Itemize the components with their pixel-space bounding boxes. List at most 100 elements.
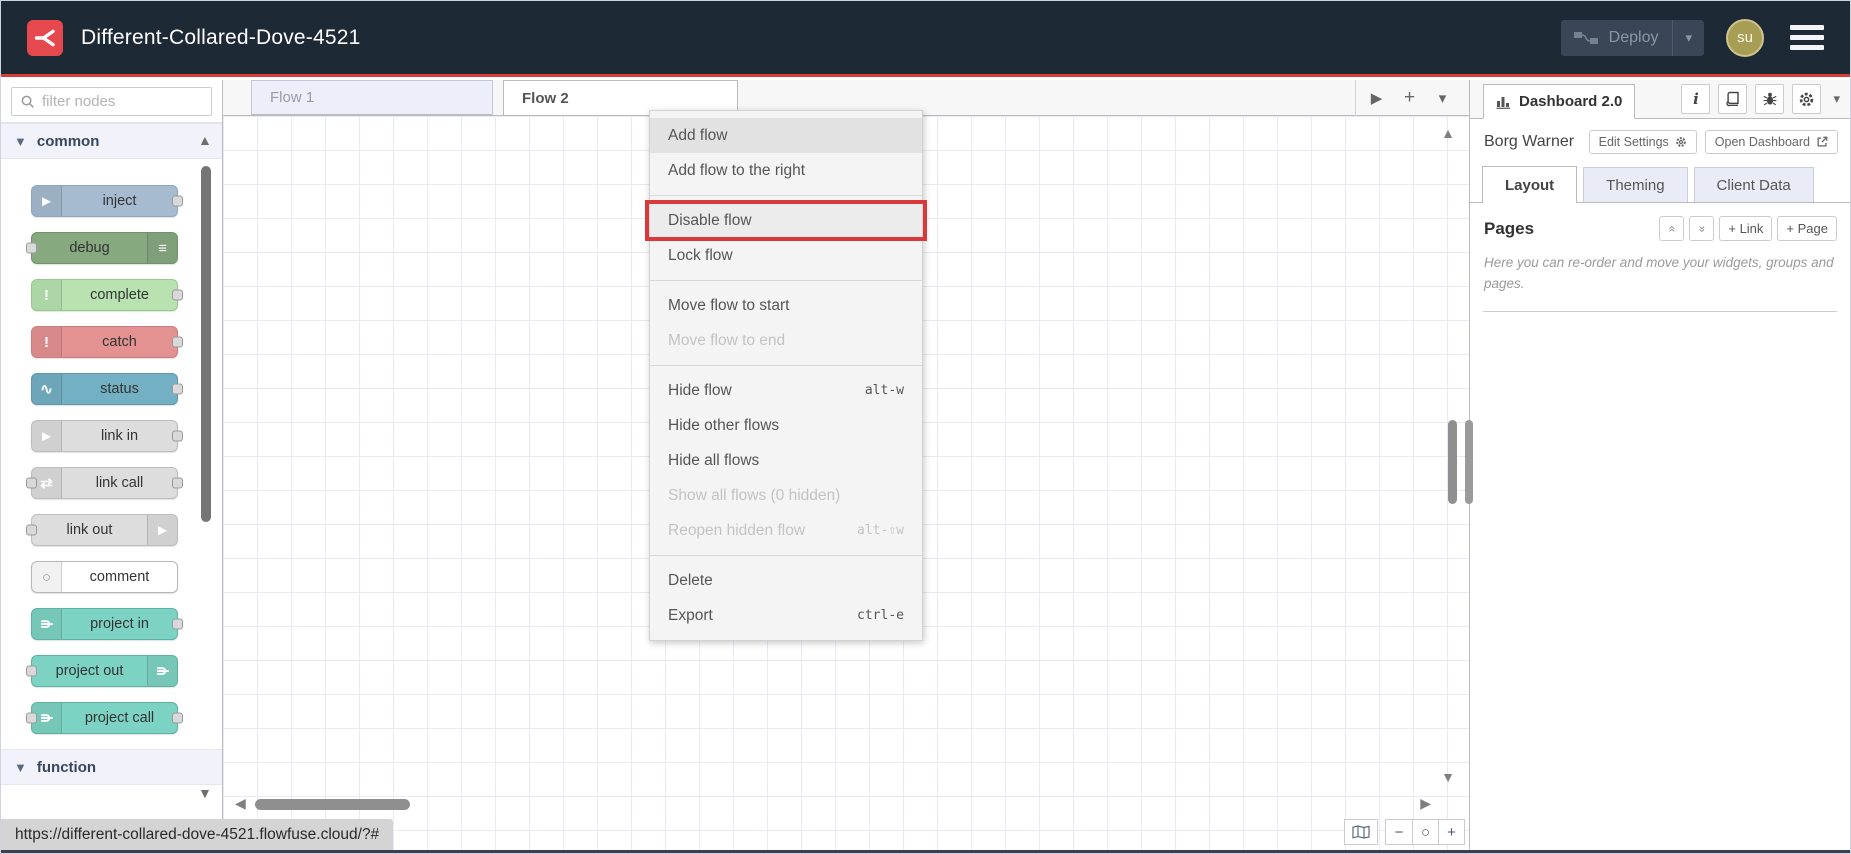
- palette-node-status[interactable]: ∿ status: [31, 373, 183, 405]
- input-port[interactable]: [26, 665, 37, 677]
- palette-node-catch[interactable]: ! catch: [31, 326, 183, 358]
- zoom-reset-button[interactable]: ○: [1412, 820, 1438, 844]
- canvas-scroll-up-arrow[interactable]: ▲: [1441, 126, 1455, 140]
- edit-settings-button[interactable]: Edit Settings: [1588, 130, 1697, 154]
- palette-node-inject[interactable]: ► inject: [31, 185, 183, 217]
- divider: [1483, 310, 1837, 312]
- menu-item-delete[interactable]: Delete: [650, 563, 922, 598]
- tab-client-data[interactable]: Client Data: [1693, 167, 1814, 202]
- output-port[interactable]: [172, 477, 183, 489]
- search-icon: [20, 94, 35, 109]
- input-port[interactable]: [26, 477, 37, 489]
- add-page-button[interactable]: + Page: [1777, 216, 1837, 241]
- node-red-editor-window: Different-Collared-Dove-4521 Deploy ▾ su: [0, 0, 1851, 854]
- output-port[interactable]: [172, 430, 183, 442]
- canvas-horizontal-scrollbar-thumb[interactable]: [255, 799, 410, 810]
- menu-item-lock-flow[interactable]: Lock flow: [650, 238, 922, 273]
- menu-item-hide-flow[interactable]: Hide flow alt-w: [650, 373, 922, 408]
- output-port[interactable]: [172, 289, 183, 301]
- palette-node-link-in[interactable]: ► link in: [31, 420, 183, 452]
- right-sidebar: Dashboard 2.0 i ▾ Borg Warner Edit Setti…: [1465, 80, 1850, 850]
- collapse-all-button[interactable]: «: [1659, 216, 1685, 241]
- user-avatar[interactable]: su: [1726, 18, 1764, 57]
- window-bottom-edge: [1, 850, 1850, 853]
- add-link-button[interactable]: + Link: [1719, 216, 1773, 241]
- tab-flow-1[interactable]: Flow 1: [251, 80, 493, 115]
- sidebar-tab-dashboard[interactable]: Dashboard 2.0: [1483, 84, 1636, 119]
- tab-layout[interactable]: Layout: [1482, 166, 1578, 203]
- menu-item-export[interactable]: Export ctrl-e: [650, 598, 922, 633]
- main-menu-button[interactable]: [1786, 21, 1828, 54]
- menu-item-add-flow[interactable]: Add flow: [650, 118, 922, 153]
- deploy-label: Deploy: [1608, 28, 1659, 46]
- output-port[interactable]: [172, 712, 183, 724]
- output-port[interactable]: [172, 336, 183, 348]
- complete-icon: !: [32, 280, 62, 310]
- external-link-icon: [1816, 136, 1828, 148]
- palette-node-project-call[interactable]: ⋔ project call: [26, 702, 183, 734]
- menu-item-add-flow-right[interactable]: Add flow to the right: [650, 153, 922, 188]
- output-port[interactable]: [172, 383, 183, 395]
- canvas-scroll-down-arrow[interactable]: ▼: [1441, 770, 1455, 784]
- menu-item-show-all-flows: Show all flows (0 hidden): [668, 486, 841, 504]
- open-dashboard-button[interactable]: Open Dashboard: [1704, 130, 1838, 154]
- palette-node-link-out[interactable]: link out ►: [26, 514, 178, 546]
- menu-divider: [650, 555, 922, 556]
- sidebar-collapse-caret[interactable]: ▾: [1833, 91, 1840, 107]
- input-port[interactable]: [26, 524, 37, 536]
- palette-node-project-out[interactable]: project out ⋔: [26, 655, 178, 687]
- input-port[interactable]: [26, 242, 37, 254]
- palette-scroll-up-arrow[interactable]: ▲: [198, 133, 212, 147]
- deploy-button[interactable]: Deploy ▾: [1560, 19, 1704, 56]
- sidebar-resize-handle[interactable]: [1465, 420, 1473, 504]
- palette-node-link-call[interactable]: ⇄ link call: [26, 467, 183, 499]
- flow-context-menu: Add flow Add flow to the right Disable f…: [645, 110, 927, 641]
- info-tab-button[interactable]: i: [1681, 84, 1711, 114]
- menu-item-move-flow-start[interactable]: Move flow to start: [650, 288, 922, 323]
- canvas-vertical-scrollbar-thumb[interactable]: [1448, 420, 1457, 504]
- add-flow-button[interactable]: +: [1393, 83, 1426, 113]
- dashboard-instance-name: Borg Warner: [1484, 133, 1575, 150]
- palette-section-function[interactable]: ▼ function: [1, 749, 222, 785]
- menu-item-disable-flow[interactable]: Disable flow: [645, 200, 927, 241]
- link-out-icon: ►: [147, 515, 177, 545]
- zoom-in-button[interactable]: +: [1438, 820, 1464, 844]
- pages-title: Pages: [1484, 218, 1535, 238]
- filter-nodes-input[interactable]: [42, 92, 203, 110]
- tab-scroll-right-button[interactable]: ▶: [1360, 83, 1393, 113]
- pages-header-row: Pages « » + Link + Page: [1470, 203, 1850, 241]
- header-actions: Deploy ▾ su: [1560, 18, 1828, 57]
- zoom-out-button[interactable]: −: [1386, 820, 1412, 844]
- palette-section-common[interactable]: ▼ common: [1, 123, 222, 159]
- menu-item-hide-other-flows[interactable]: Hide other flows: [650, 408, 922, 443]
- canvas-scroll-right-arrow[interactable]: ▶: [1420, 796, 1431, 810]
- instance-title: Different-Collared-Dove-4521: [81, 25, 361, 49]
- deploy-options-caret[interactable]: ▾: [1672, 19, 1704, 56]
- chevron-down-icon: ▼: [14, 759, 27, 775]
- output-port[interactable]: [172, 195, 183, 207]
- gear-icon: [1675, 136, 1687, 148]
- inject-icon: ►: [32, 186, 62, 216]
- palette-node-debug[interactable]: debug ≡: [26, 232, 178, 264]
- palette-node-complete[interactable]: ! complete: [31, 279, 183, 311]
- palette-node-comment[interactable]: ○ comment: [31, 561, 178, 593]
- navigator-map-button[interactable]: [1344, 819, 1378, 845]
- debug-tab-button[interactable]: [1755, 84, 1785, 114]
- input-port[interactable]: [26, 712, 37, 724]
- palette-scrollbar-thumb[interactable]: [201, 166, 211, 522]
- canvas-scroll-left-arrow[interactable]: ◀: [235, 796, 246, 810]
- palette-node-project-in[interactable]: ⋔ project in: [31, 608, 183, 640]
- flow-list-caret-button[interactable]: ▾: [1426, 83, 1459, 113]
- menu-item-hide-all-flows[interactable]: Hide all flows: [650, 443, 922, 478]
- tab-theming[interactable]: Theming: [1583, 167, 1688, 202]
- help-tab-button[interactable]: [1718, 84, 1748, 114]
- shortcut-label: ctrl-e: [857, 608, 904, 623]
- filter-nodes-box[interactable]: [11, 86, 212, 116]
- map-icon: [1352, 825, 1370, 839]
- output-port[interactable]: [172, 618, 183, 630]
- config-nodes-tab-button[interactable]: [1792, 84, 1822, 114]
- menu-item-reopen-hidden-flow: Reopen hidden flow alt-⇧w: [668, 521, 904, 539]
- palette-scroll-down-arrow[interactable]: ▼: [198, 786, 212, 800]
- expand-all-button[interactable]: »: [1689, 216, 1715, 241]
- project-out-icon: ⋔: [147, 656, 177, 686]
